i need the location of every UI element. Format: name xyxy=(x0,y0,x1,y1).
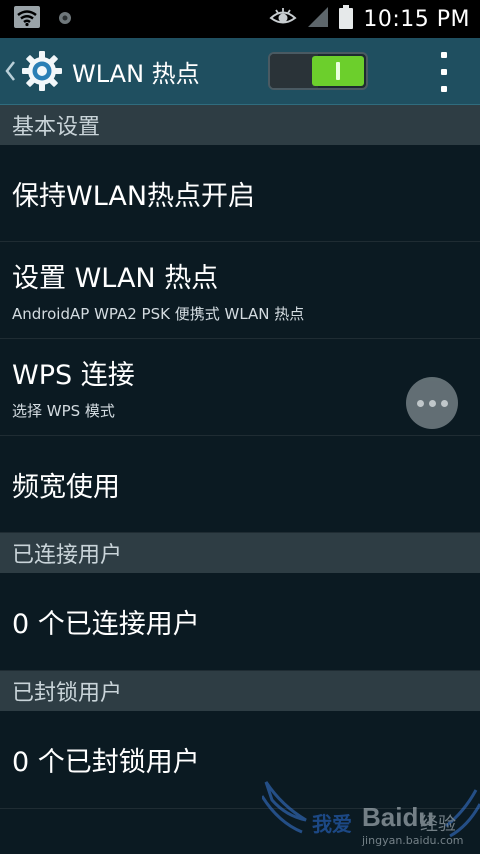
floating-more-button[interactable] xyxy=(406,377,458,429)
status-bar: 10:15 PM xyxy=(0,0,480,38)
item-title: 0 个已连接用户 xyxy=(12,609,200,640)
list-item-configure-hotspot[interactable]: 设置 WLAN 热点 AndroidAP WPA2 PSK 便携式 WLAN 热… xyxy=(0,242,480,339)
toggle-track xyxy=(270,54,318,88)
watermark-url: jingyan.baidu.com xyxy=(362,834,464,847)
battery-icon xyxy=(339,5,354,33)
list-item-bandwidth-usage[interactable]: 频宽使用 xyxy=(0,436,480,533)
watermark-text-2: 经验 xyxy=(420,814,456,835)
list-item-blocked-users[interactable]: 0 个已封锁用户 xyxy=(0,711,480,809)
section-header-connected: 已连接用户 xyxy=(0,533,480,573)
list-item-wps-connect[interactable]: WPS 连接 选择 WPS 模式 xyxy=(0,339,480,436)
clock: 10:15 PM xyxy=(363,6,470,32)
section-header-blocked: 已封锁用户 xyxy=(0,671,480,711)
item-subtitle: AndroidAP WPA2 PSK 便携式 WLAN 热点 xyxy=(12,305,305,323)
item-title: WPS 连接 xyxy=(12,360,135,391)
item-title: 频宽使用 xyxy=(12,471,120,503)
wlan-hotspot-toggle[interactable] xyxy=(268,52,368,90)
eye-icon xyxy=(269,7,297,31)
notification-dot-icon xyxy=(58,10,72,29)
signal-icon xyxy=(307,6,329,32)
overflow-menu-icon[interactable] xyxy=(434,52,454,92)
page-title: WLAN 热点 xyxy=(72,59,200,88)
settings-gear-icon[interactable] xyxy=(20,49,64,93)
item-title: 保持WLAN热点开启 xyxy=(12,180,256,212)
item-title: 设置 WLAN 热点 xyxy=(12,263,219,294)
settings-list: 基本设置 保持WLAN热点开启 设置 WLAN 热点 AndroidAP WPA… xyxy=(0,105,480,809)
watermark-text: 我爱 xyxy=(312,812,352,836)
section-header-basic: 基本设置 xyxy=(0,105,480,145)
back-chevron-icon[interactable] xyxy=(4,60,18,82)
toggle-thumb xyxy=(312,56,364,86)
list-item-keep-hotspot-on[interactable]: 保持WLAN热点开启 xyxy=(0,145,480,242)
wifi-hotspot-icon xyxy=(14,6,40,32)
list-item-connected-users[interactable]: 0 个已连接用户 xyxy=(0,573,480,671)
action-bar: WLAN 热点 xyxy=(0,38,480,105)
item-title: 0 个已封锁用户 xyxy=(12,747,200,778)
toggle-on-mark xyxy=(336,62,340,80)
